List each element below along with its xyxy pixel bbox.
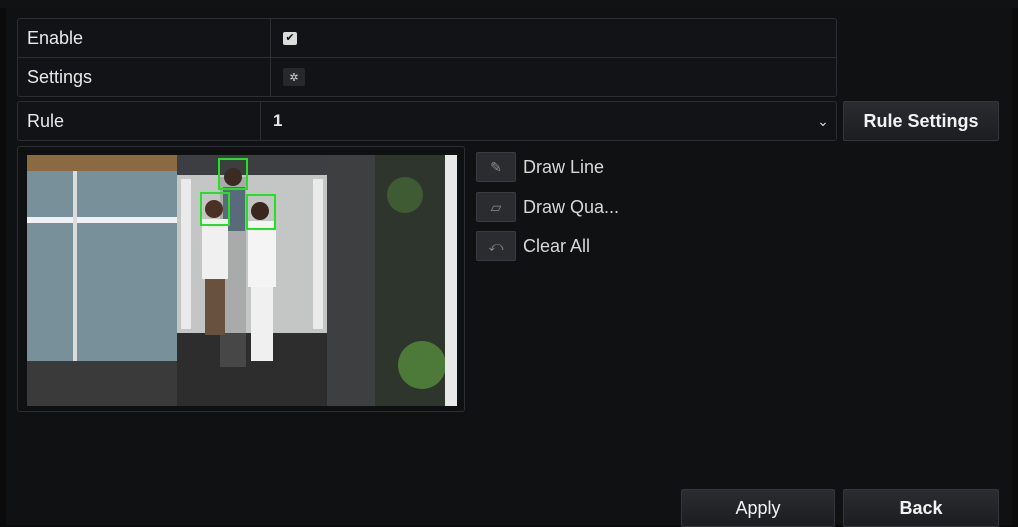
rule-label: Rule xyxy=(18,102,261,140)
chevron-down-icon[interactable]: ⌄ xyxy=(810,102,836,140)
left-glass-frame xyxy=(73,171,77,371)
plant-cluster-top xyxy=(387,177,423,213)
clear-icon: ⤺ xyxy=(476,231,516,261)
top-bar xyxy=(0,0,1018,8)
rule-settings-label: Rule Settings xyxy=(863,110,979,131)
person-right-shirt xyxy=(248,221,276,287)
plant-cluster-bottom xyxy=(398,341,446,389)
settings-label: Settings xyxy=(18,58,271,96)
gear-glyph: ✲ xyxy=(289,71,299,84)
rule-row: Rule 1 ⌄ xyxy=(17,101,837,141)
rule-selected-value: 1 xyxy=(273,111,283,130)
enable-row: Enable ✔ xyxy=(18,19,836,58)
dropdown-glyph: ⌄ xyxy=(817,112,829,129)
door-header xyxy=(177,155,327,175)
back-label: Back xyxy=(899,497,943,518)
video-preview-frame xyxy=(17,146,465,412)
person-right-head xyxy=(251,202,269,220)
clear-all-tool[interactable]: ⤺ Clear All xyxy=(476,231,590,261)
right-door-handle xyxy=(313,179,323,329)
draw-quadrilateral-label: Draw Qua... xyxy=(523,196,620,217)
settings-value: ✲ xyxy=(271,58,836,96)
apply-button[interactable]: Apply xyxy=(681,489,835,527)
settings-row: Settings ✲ xyxy=(18,58,836,96)
pencil-icon: ✎ xyxy=(476,152,516,182)
clear-all-label: Clear All xyxy=(523,235,591,256)
ceiling-beam xyxy=(27,155,177,171)
left-glass-reflection xyxy=(27,217,177,223)
draw-quadrilateral-tool[interactable]: ▱ Draw Qua... xyxy=(476,192,619,222)
camera-preview[interactable] xyxy=(27,155,457,406)
back-button[interactable]: Back xyxy=(843,489,999,527)
camera-scene xyxy=(27,155,457,406)
rule-settings-button[interactable]: Rule Settings xyxy=(843,101,999,141)
person-right-trousers xyxy=(251,287,273,361)
apply-label: Apply xyxy=(735,497,781,518)
enable-value: ✔ xyxy=(271,19,836,57)
person-left-head xyxy=(205,200,223,218)
edit-quad-icon: ▱ xyxy=(476,192,516,222)
gear-icon[interactable]: ✲ xyxy=(283,68,305,86)
person-left-trousers xyxy=(205,279,225,335)
right-edge-column xyxy=(445,155,457,406)
settings-table: Enable ✔ Settings ✲ xyxy=(17,18,837,97)
draw-line-label: Draw Line xyxy=(523,156,605,177)
left-floor xyxy=(27,361,177,406)
person-back-head xyxy=(224,168,242,186)
left-glass-wall xyxy=(27,171,177,361)
checkmark-icon: ✔ xyxy=(285,31,295,44)
enable-label: Enable xyxy=(18,19,271,57)
left-door-handle xyxy=(181,179,191,329)
person-left-shirt xyxy=(202,219,228,279)
marble-pillar xyxy=(327,155,375,406)
enable-checkbox[interactable]: ✔ xyxy=(283,31,297,45)
draw-line-tool[interactable]: ✎ Draw Line xyxy=(476,152,604,182)
rule-select[interactable]: 1 xyxy=(261,102,810,140)
